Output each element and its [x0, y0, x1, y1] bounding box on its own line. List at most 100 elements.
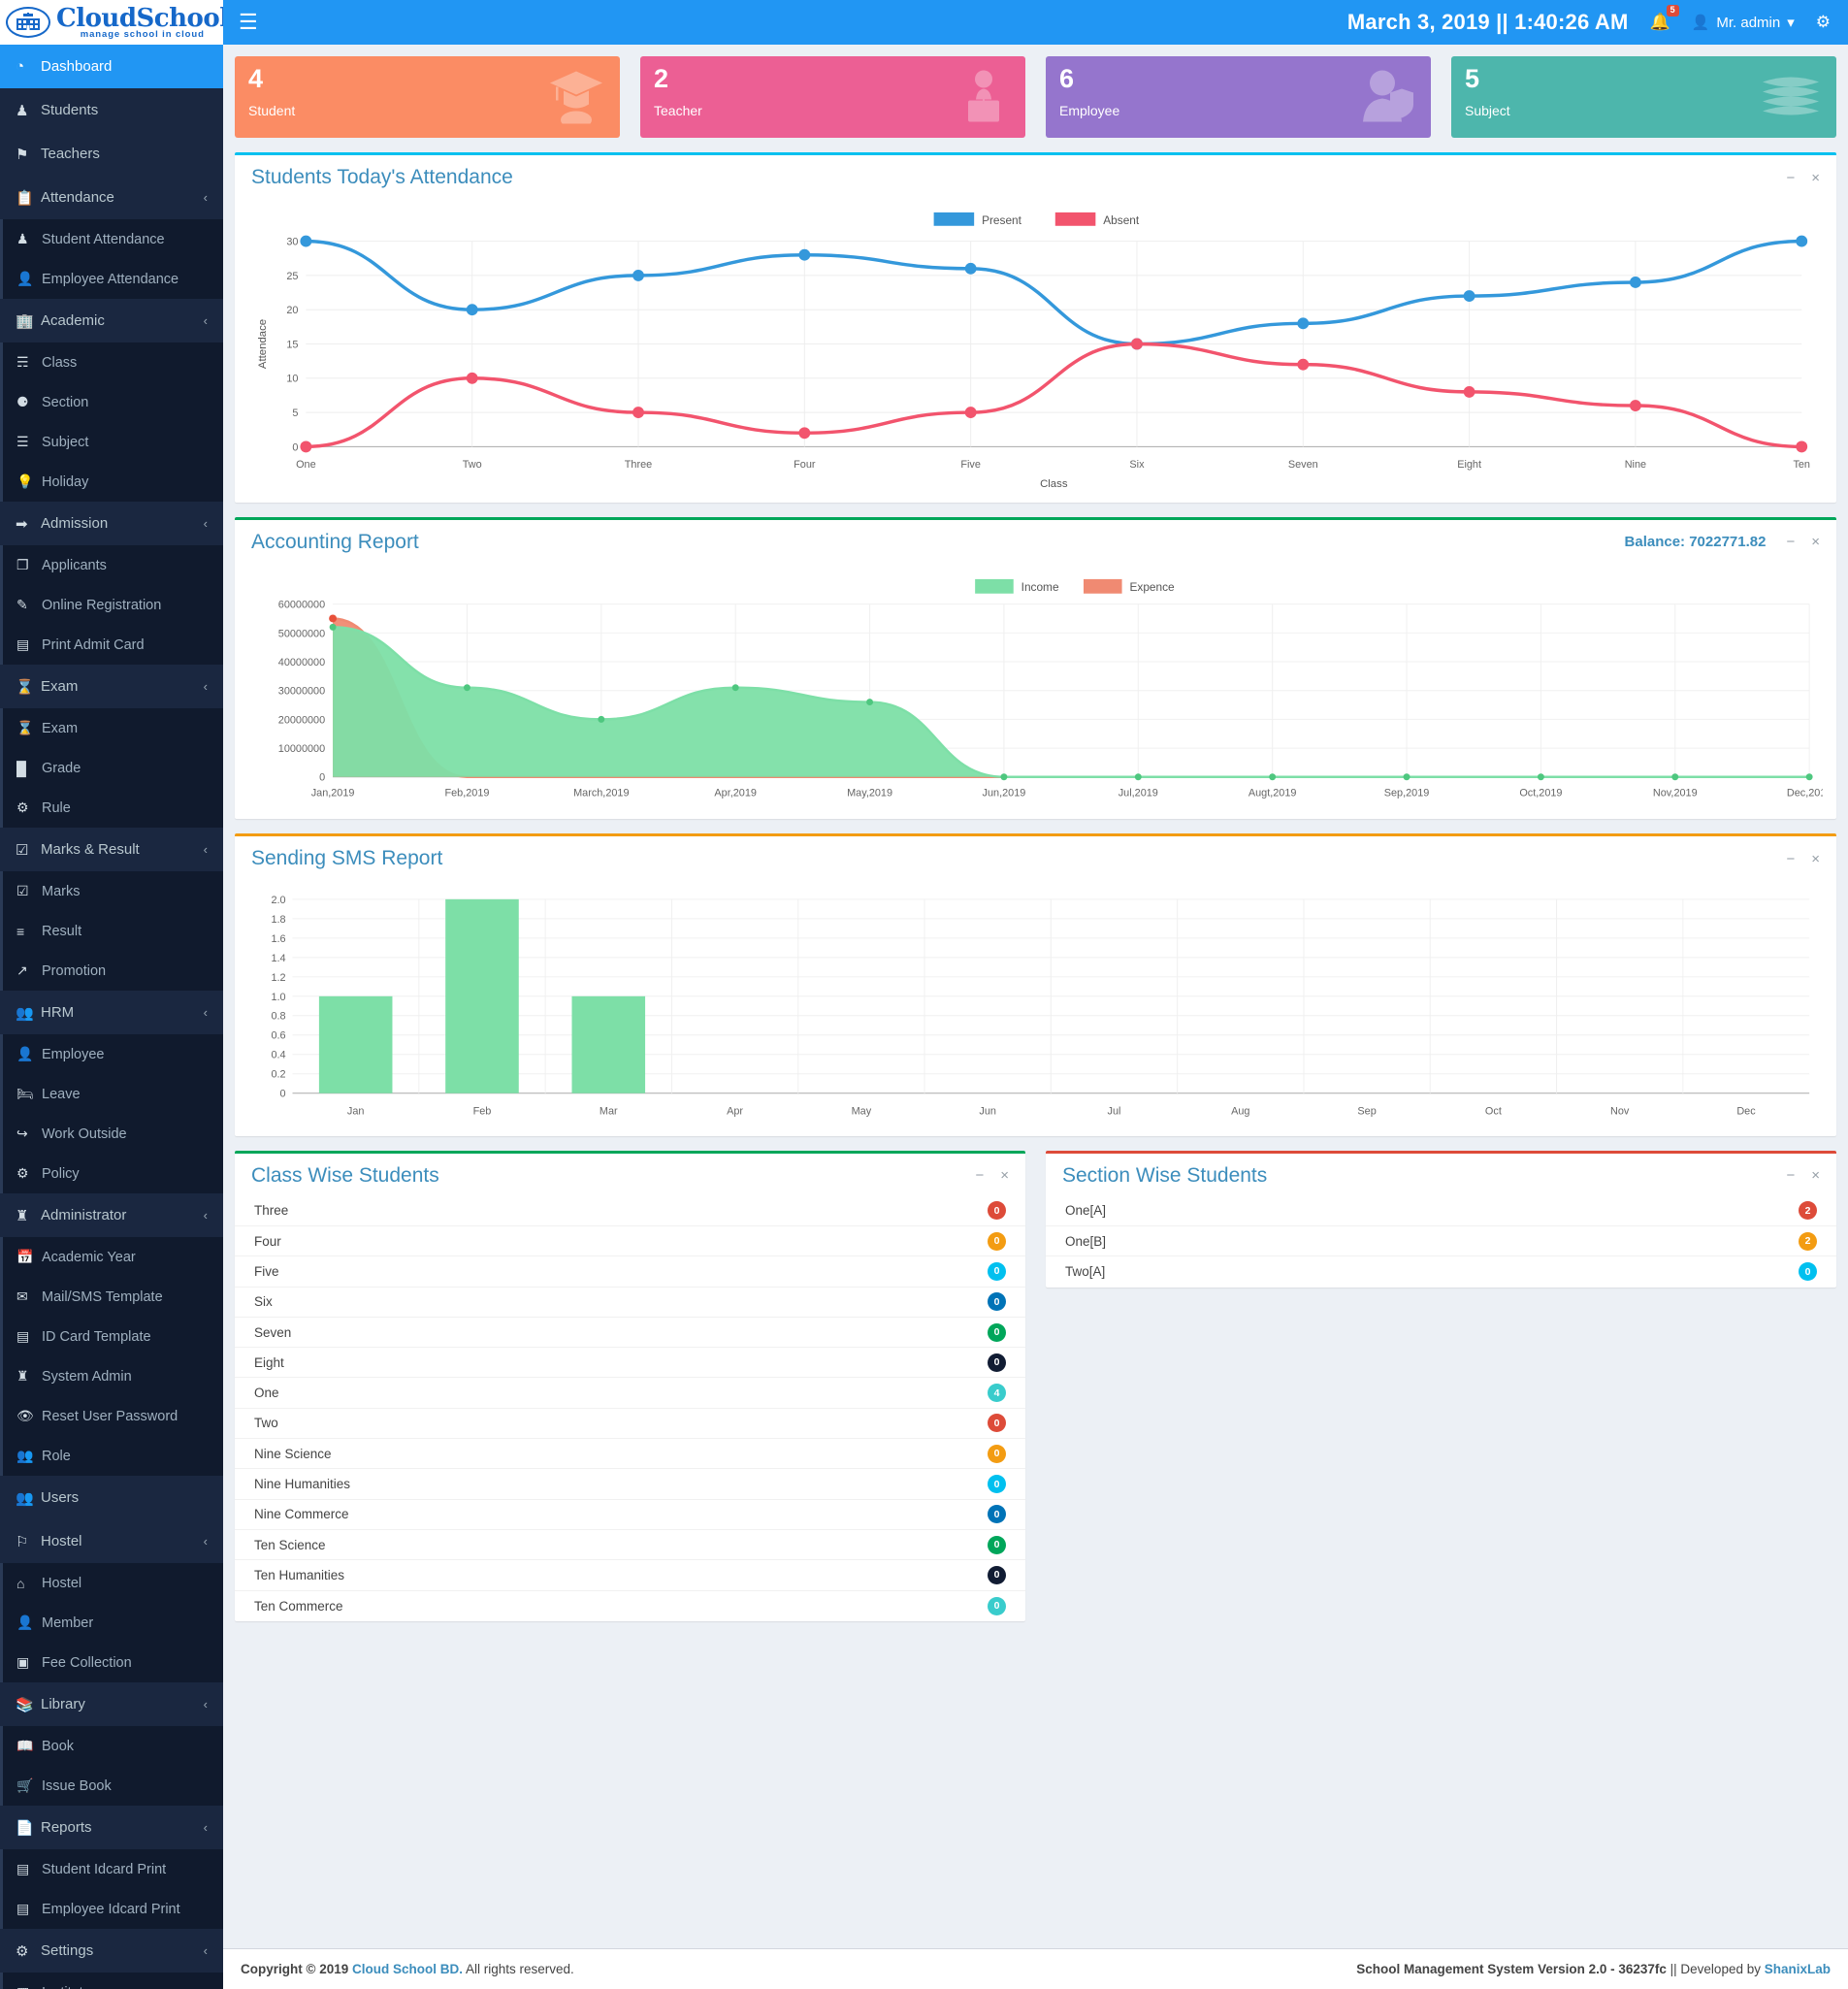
- list-item[interactable]: One[A] 2: [1046, 1196, 1836, 1226]
- sidebar-item-policy[interactable]: ⚙ Policy: [3, 1154, 223, 1193]
- sidebar-item-class[interactable]: ☴ Class: [3, 342, 223, 382]
- list-item[interactable]: Nine Humanities 0: [235, 1469, 1025, 1500]
- list-item[interactable]: Five 0: [235, 1256, 1025, 1288]
- list-item[interactable]: Nine Commerce 0: [235, 1500, 1025, 1530]
- close-icon[interactable]: ×: [1811, 171, 1820, 185]
- sidebar-item-academic[interactable]: 🏢 Academic ‹: [0, 299, 223, 342]
- sidebar-item-exam[interactable]: ⌛ Exam ‹: [0, 665, 223, 708]
- developer-link[interactable]: ShanixLab: [1765, 1962, 1831, 1976]
- sidebar-item-label: System Admin: [42, 1368, 132, 1385]
- minimize-icon[interactable]: −: [975, 1168, 984, 1183]
- sidebar-item-leave[interactable]: 🛏 Leave: [3, 1074, 223, 1114]
- sidebar-item-system-admin[interactable]: ♜ System Admin: [3, 1356, 223, 1396]
- sidebar-item-member[interactable]: 👤 Member: [3, 1603, 223, 1643]
- list-item-label: Seven: [254, 1324, 292, 1340]
- stat-card-subject[interactable]: 5 Subject: [1451, 56, 1836, 138]
- svg-text:Jan,2019: Jan,2019: [311, 787, 355, 799]
- sidebar-item-section[interactable]: ⚈ Section: [3, 382, 223, 422]
- stat-card-teacher[interactable]: 2 Teacher: [640, 56, 1025, 138]
- sidebar-item-label: Dashboard: [41, 58, 113, 75]
- sidebar-item-work-outside[interactable]: ↪ Work Outside: [3, 1114, 223, 1154]
- sidebar-item-students[interactable]: ♟ Students: [0, 88, 223, 132]
- list-item[interactable]: Two 0: [235, 1409, 1025, 1440]
- user-menu[interactable]: 👤 Mr. admin ▾: [1692, 14, 1795, 32]
- list-item[interactable]: Ten Science 0: [235, 1530, 1025, 1561]
- count-badge: 0: [988, 1414, 1006, 1433]
- sidebar-item-admission[interactable]: ➡ Admission ‹: [0, 502, 223, 545]
- list-item[interactable]: Three 0: [235, 1196, 1025, 1226]
- sidebar-item-student-attendance[interactable]: ♟ Student Attendance: [3, 219, 223, 259]
- sidebar-item-library[interactable]: 📚 Library ‹: [0, 1682, 223, 1726]
- stat-card-employee[interactable]: 6 Employee: [1046, 56, 1431, 138]
- sidebar-item-student-idcard-print[interactable]: ▤ Student Idcard Print: [3, 1849, 223, 1889]
- sidebar-item-reset-user-password[interactable]: 👁 Reset User Password: [3, 1396, 223, 1436]
- sidebar-item-reports[interactable]: 📄 Reports ‹: [0, 1806, 223, 1849]
- list-item[interactable]: Nine Science 0: [235, 1439, 1025, 1470]
- sidebar-item-label: Employee: [42, 1046, 105, 1062]
- sidebar-item-employee[interactable]: 👤 Employee: [3, 1034, 223, 1074]
- list-item[interactable]: Eight 0: [235, 1348, 1025, 1379]
- sidebar-item-mail-sms-template[interactable]: ✉ Mail/SMS Template: [3, 1277, 223, 1317]
- sidebar-item-promotion[interactable]: ↗ Promotion: [3, 951, 223, 991]
- sidebar-item-fee-collection[interactable]: ▣ Fee Collection: [3, 1643, 223, 1682]
- sidebar-item-id-card-template[interactable]: ▤ ID Card Template: [3, 1317, 223, 1356]
- svg-text:Absent: Absent: [1103, 213, 1140, 227]
- sidebar-item-teachers[interactable]: ⚑ Teachers: [0, 132, 223, 176]
- sidebar-item-users[interactable]: 👥 Users: [0, 1476, 223, 1519]
- sidebar-item-subject[interactable]: ☰ Subject: [3, 422, 223, 462]
- gears-icon: ⚙: [16, 1942, 29, 1960]
- minimize-icon[interactable]: −: [1786, 852, 1795, 866]
- sidebar-item-grade[interactable]: █ Grade: [3, 748, 223, 788]
- sidebar-item-employee-idcard-print[interactable]: ▤ Employee Idcard Print: [3, 1889, 223, 1929]
- sidebar-item-print-admit-card[interactable]: ▤ Print Admit Card: [3, 625, 223, 665]
- list-item[interactable]: One[B] 2: [1046, 1226, 1836, 1257]
- sidebar-item-label: Academic: [41, 312, 105, 329]
- stat-card-student[interactable]: 4 Student: [235, 56, 620, 138]
- sidebar-item-settings[interactable]: ⚙ Settings ‹: [0, 1929, 223, 1973]
- sidebar-item-employee-attendance[interactable]: 👤 Employee Attendance: [3, 259, 223, 299]
- minimize-icon[interactable]: −: [1786, 171, 1795, 185]
- sidebar-item-exam[interactable]: ⌛ Exam: [3, 708, 223, 748]
- svg-text:0: 0: [280, 1089, 286, 1100]
- notifications-button[interactable]: 🔔 5: [1650, 5, 1679, 32]
- menu-toggle-icon[interactable]: ☰: [239, 12, 258, 33]
- close-icon[interactable]: ×: [1811, 1168, 1820, 1183]
- count-badge: 0: [988, 1596, 1006, 1615]
- sidebar-item-marks[interactable]: ☑ Marks: [3, 871, 223, 911]
- list-item[interactable]: Four 0: [235, 1226, 1025, 1257]
- sidebar-item-applicants[interactable]: ❐ Applicants: [3, 545, 223, 585]
- sidebar-item-academic-year[interactable]: 📅 Academic Year: [3, 1237, 223, 1277]
- sidebar-item-holiday[interactable]: 💡 Holiday: [3, 462, 223, 502]
- list-item[interactable]: Seven 0: [235, 1318, 1025, 1349]
- sidebar-item-hostel[interactable]: ⌂ Hostel: [3, 1563, 223, 1603]
- minimize-icon[interactable]: −: [1786, 1168, 1795, 1183]
- sidebar-item-hrm[interactable]: 👥 HRM ‹: [0, 991, 223, 1034]
- settings-gear-icon[interactable]: ⚙: [1816, 13, 1831, 32]
- chevron-left-icon: ‹: [203, 679, 208, 694]
- sidebar-item-hostel[interactable]: ⚐ Hostel ‹: [0, 1519, 223, 1563]
- sidebar-item-administrator[interactable]: ♜ Administrator ‹: [0, 1193, 223, 1237]
- close-icon[interactable]: ×: [1000, 1168, 1009, 1183]
- sidebar-item-online-registration[interactable]: ✎ Online Registration: [3, 585, 223, 625]
- sidebar-item-result[interactable]: ≡ Result: [3, 911, 223, 951]
- sidebar-item-dashboard[interactable]: ◔ Dashboard: [0, 45, 223, 88]
- sidebar-item-marks-result[interactable]: ☑ Marks & Result ‹: [0, 828, 223, 871]
- copyright-link[interactable]: Cloud School BD.: [352, 1962, 463, 1976]
- sidebar-item-role[interactable]: 👥 Role: [3, 1436, 223, 1476]
- sidebar-item-institute[interactable]: ▦Institute: [3, 1973, 223, 1989]
- brand-logo[interactable]: CloudSchool manage school in cloud: [0, 0, 223, 45]
- list-item[interactable]: One 4: [235, 1378, 1025, 1409]
- sidebar-item-attendance[interactable]: 📋 Attendance ‹: [0, 176, 223, 219]
- close-icon[interactable]: ×: [1811, 852, 1820, 866]
- svg-text:Mar: Mar: [600, 1106, 618, 1118]
- minimize-icon[interactable]: −: [1786, 535, 1795, 549]
- sidebar-item-rule[interactable]: ⚙ Rule: [3, 788, 223, 828]
- sidebar-item-book[interactable]: 📖 Book: [3, 1726, 223, 1766]
- close-icon[interactable]: ×: [1811, 535, 1820, 549]
- list-item[interactable]: Six 0: [235, 1288, 1025, 1318]
- user-plus-icon: 👤: [16, 1614, 34, 1630]
- sidebar-item-issue-book[interactable]: 🛒 Issue Book: [3, 1766, 223, 1806]
- list-item[interactable]: Ten Commerce 0: [235, 1591, 1025, 1621]
- list-item[interactable]: Ten Humanities 0: [235, 1560, 1025, 1591]
- list-item[interactable]: Two[A] 0: [1046, 1256, 1836, 1287]
